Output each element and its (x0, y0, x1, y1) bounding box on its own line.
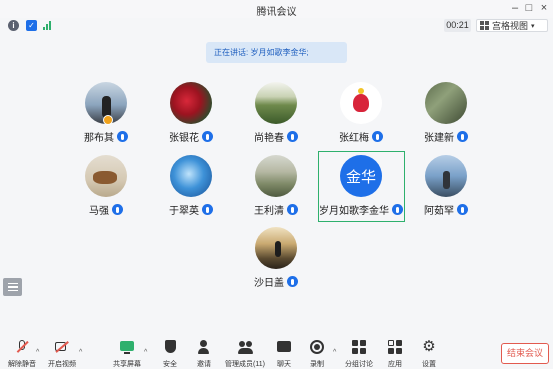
avatar: 金华 (340, 155, 382, 197)
chevron-up-icon[interactable]: ^ (144, 349, 147, 356)
unmute-label: 解除静音 (8, 361, 36, 368)
gear-icon: ⚙ (422, 338, 436, 355)
mic-icon[interactable] (287, 204, 298, 215)
participant-tile[interactable]: 张建新 (401, 82, 491, 144)
title-bar: 腾讯会议 – □ × (0, 0, 553, 18)
video-button[interactable]: 开启视频 (42, 339, 82, 369)
chevron-up-icon[interactable]: ^ (36, 349, 39, 356)
mic-icon[interactable] (457, 204, 468, 215)
share-screen-label: 共享屏幕 (113, 361, 141, 368)
chat-icon (276, 339, 292, 355)
shield-icon[interactable]: ✓ (26, 20, 37, 31)
avatar (170, 155, 212, 197)
view-mode-label: 宫格视图 (492, 21, 529, 31)
participant-name: 张红梅 (339, 133, 369, 144)
avatar (340, 82, 382, 124)
breakout-label: 分组讨论 (345, 361, 373, 368)
breakout-button[interactable]: 分组讨论 (339, 339, 379, 369)
status-row: i ✓ 00:21 宫格视图 ▾ (0, 17, 553, 35)
info-icon[interactable]: i (8, 20, 19, 31)
member-list-handle[interactable] (3, 278, 22, 296)
grid-icon (480, 21, 489, 30)
participant-tile[interactable]: 王利清 (231, 155, 321, 217)
participant-tile[interactable]: 尚艳春 (231, 82, 321, 144)
window-title: 腾讯会议 (256, 7, 297, 18)
shield-icon (162, 339, 178, 355)
camera-off-icon (54, 339, 70, 355)
view-mode-button[interactable]: 宫格视图 ▾ (476, 19, 548, 32)
bottom-toolbar: 解除静音 ^ 开启视频 ^ 共享屏幕 ^ 安全 邀请 管理成员(11) 聊天 录… (0, 337, 553, 369)
avatar (255, 82, 297, 124)
participant-tile[interactable]: 张银花 (146, 82, 236, 144)
end-meeting-button[interactable]: 结束会议 (501, 343, 549, 364)
share-screen-icon (119, 339, 135, 355)
maximize-icon[interactable]: □ (522, 1, 536, 15)
avatar (85, 155, 127, 197)
avatar (255, 155, 297, 197)
host-badge-icon (103, 115, 113, 125)
participant-name: 王利清 (254, 206, 284, 217)
meeting-timer: 00:21 (444, 19, 471, 32)
participant-name: 那布其 (84, 133, 114, 144)
mic-muted-icon (14, 339, 30, 355)
chevron-up-icon[interactable]: ^ (79, 349, 82, 356)
signal-icon[interactable] (43, 21, 53, 30)
avatar (170, 82, 212, 124)
participant-name: 张银花 (169, 133, 199, 144)
participant-name: 阿茹罕 (424, 206, 454, 217)
mic-icon[interactable] (112, 204, 123, 215)
avatar (255, 227, 297, 269)
participant-tile[interactable]: 马强 (61, 155, 151, 217)
manage-members-label: 管理成员(11) (225, 361, 265, 368)
settings-button[interactable]: ⚙ 设置 (409, 339, 449, 369)
minimize-icon[interactable]: – (508, 1, 522, 15)
add-user-icon (196, 339, 212, 355)
close-icon[interactable]: × (537, 1, 551, 15)
mic-icon[interactable] (287, 276, 298, 287)
participant-tile[interactable]: 那布其 (61, 82, 151, 144)
mic-icon[interactable] (117, 131, 128, 142)
participant-name: 张建新 (424, 133, 454, 144)
participant-name: 沙日盖 (254, 278, 284, 289)
participant-tile-active[interactable]: 金华 岁月如歌李金华 (316, 155, 406, 217)
mic-icon[interactable] (372, 131, 383, 142)
apps-icon (387, 339, 403, 355)
participant-tile[interactable]: 于翠英 (146, 155, 236, 217)
participant-name: 于翠英 (169, 206, 199, 217)
video-label: 开启视频 (48, 361, 76, 368)
speaking-banner: 正在讲话: 岁月如歌李金华; (206, 42, 347, 63)
manage-members-button[interactable]: 管理成员(11) (222, 339, 268, 369)
members-icon (237, 339, 253, 355)
record-label: 录制 (310, 361, 324, 368)
mic-icon[interactable] (287, 131, 298, 142)
record-icon (309, 339, 325, 355)
chevron-down-icon: ▾ (531, 22, 535, 30)
invite-label: 邀请 (197, 361, 211, 368)
invite-button[interactable]: 邀请 (184, 339, 224, 369)
avatar (425, 155, 467, 197)
mic-icon[interactable] (202, 131, 213, 142)
participant-name: 尚艳春 (254, 133, 284, 144)
participant-name: 岁月如歌李金华 (319, 206, 389, 217)
avatar (425, 82, 467, 124)
participant-name: 马强 (89, 206, 109, 217)
mic-icon[interactable] (457, 131, 468, 142)
breakout-icon (351, 339, 367, 355)
record-button[interactable]: 录制 (297, 339, 337, 369)
participant-tile[interactable]: 阿茹罕 (401, 155, 491, 217)
settings-label: 设置 (422, 361, 436, 368)
share-screen-button[interactable]: 共享屏幕 (107, 339, 147, 369)
mic-icon[interactable] (202, 204, 213, 215)
chevron-up-icon[interactable]: ^ (333, 349, 336, 356)
participant-tile[interactable]: 沙日盖 (231, 227, 321, 289)
participant-tile[interactable]: 张红梅 (316, 82, 406, 144)
